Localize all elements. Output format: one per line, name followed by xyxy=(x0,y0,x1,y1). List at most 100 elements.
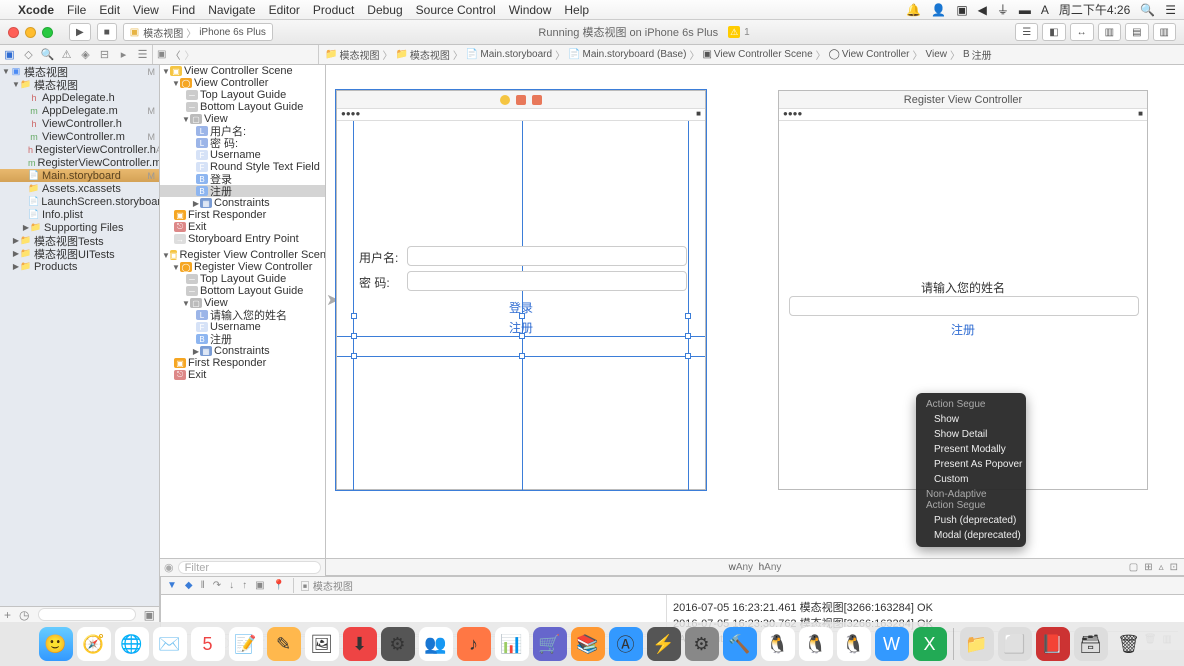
file-item[interactable]: RegisterViewController.m xyxy=(38,157,161,169)
dock-app[interactable]: ✉️ xyxy=(153,627,187,661)
scene-header[interactable]: View Controller Scene xyxy=(184,65,293,77)
entry-point[interactable]: Storyboard Entry Point xyxy=(188,233,299,245)
spotlight-icon[interactable]: 🔍 xyxy=(1140,3,1155,17)
constraints[interactable]: Constraints xyxy=(214,345,270,357)
textfield-item[interactable]: Username xyxy=(210,149,261,161)
breakpoint-navigator-tab[interactable]: ▸ xyxy=(114,48,133,61)
layout-guide[interactable]: Top Layout Guide xyxy=(200,89,286,101)
scene-header[interactable]: Register View Controller Scene xyxy=(179,249,326,261)
dock-folder[interactable]: ⬜ xyxy=(998,627,1032,661)
dock-app[interactable]: 🛒 xyxy=(533,627,567,661)
dock-folder[interactable]: 📁 xyxy=(960,627,994,661)
status-icon[interactable]: 👤 xyxy=(931,3,946,17)
dock-app[interactable]: ✎ xyxy=(267,627,301,661)
segue-option-custom[interactable]: Custom xyxy=(916,472,1026,487)
register-button[interactable]: 注册 xyxy=(779,321,1147,338)
outline-back[interactable]: 〈 xyxy=(170,47,180,62)
menu-help[interactable]: Help xyxy=(564,3,589,17)
toggle-utilities[interactable]: ▥ xyxy=(1153,23,1176,41)
view-controller[interactable]: View Controller xyxy=(194,77,268,89)
file-item[interactable]: Info.plist xyxy=(42,209,159,221)
view-controller-scene[interactable]: ●●●●■ 用户名: 密 码: 登录 注册 xyxy=(336,90,706,490)
step-out-icon[interactable]: ↑ xyxy=(242,580,247,591)
document-outline[interactable]: ▼▣View Controller Scene ▼◯View Controlle… xyxy=(160,65,326,622)
dock-app[interactable]: ⚡ xyxy=(647,627,681,661)
menu-edit[interactable]: Edit xyxy=(99,3,120,17)
editor-assistant[interactable]: ◧ xyxy=(1042,23,1065,41)
menu-find[interactable]: Find xyxy=(172,3,195,17)
segue-option-popover[interactable]: Present As Popover xyxy=(916,457,1026,472)
report-navigator-tab[interactable]: ☰ xyxy=(133,48,152,61)
dock-app[interactable]: 🐧 xyxy=(837,627,871,661)
view-debug-icon[interactable]: ▣ xyxy=(255,580,264,591)
warning-badge[interactable]: ⚠ xyxy=(728,26,740,38)
layout-guide[interactable]: Bottom Layout Guide xyxy=(200,285,303,297)
file-item[interactable]: LaunchScreen.storyboard xyxy=(41,196,160,208)
issue-navigator-tab[interactable]: ⚠ xyxy=(57,48,76,61)
status-icon[interactable]: 🔔 xyxy=(906,3,921,17)
constraints[interactable]: Constraints xyxy=(214,197,270,209)
toggle-debug[interactable]: ▤ xyxy=(1125,23,1148,41)
dock-app[interactable]: 👥 xyxy=(419,627,453,661)
project-navigator-tab[interactable]: ▣ xyxy=(0,48,19,61)
breakpoints-icon[interactable]: ◆ xyxy=(185,580,193,591)
status-icon[interactable]: ◀ xyxy=(978,3,987,17)
run-button[interactable]: ▶ xyxy=(69,23,91,41)
layout-guide[interactable]: Top Layout Guide xyxy=(200,273,286,285)
view-controller[interactable]: Register View Controller xyxy=(194,261,312,273)
hide-debug-icon[interactable]: ▼ xyxy=(167,580,177,591)
status-icon[interactable]: ▣ xyxy=(956,3,967,17)
editor-version[interactable]: ↔ xyxy=(1070,23,1094,41)
menu-view[interactable]: View xyxy=(133,3,159,17)
exit[interactable]: Exit xyxy=(188,221,206,233)
notification-center-icon[interactable]: ☰ xyxy=(1165,3,1176,17)
dock-trash[interactable]: 🗑 xyxy=(1112,627,1146,661)
stop-button[interactable]: ■ xyxy=(97,23,117,41)
battery-icon[interactable]: ▬ xyxy=(1019,3,1031,17)
file-item[interactable]: RegisterViewController.h xyxy=(35,144,156,156)
input-source-icon[interactable]: A xyxy=(1041,3,1049,17)
layout-guide[interactable]: Bottom Layout Guide xyxy=(200,101,303,113)
continue-icon[interactable]: ‖ xyxy=(201,580,205,591)
resolve-menu-icon[interactable]: ▵ xyxy=(1159,562,1164,573)
first-responder[interactable]: First Responder xyxy=(188,357,266,369)
interface-builder-canvas[interactable]: ➤ ●●●●■ 用户名: 密 码: 登录 注册 xyxy=(326,65,1184,622)
find-navigator-tab[interactable]: 🔍 xyxy=(38,48,57,61)
menu-file[interactable]: File xyxy=(67,3,86,17)
segue-option-modal[interactable]: Present Modally xyxy=(916,442,1026,457)
pin-menu-icon[interactable]: ⊞ xyxy=(1144,562,1152,573)
window-close[interactable] xyxy=(8,27,19,38)
window-zoom[interactable] xyxy=(42,27,53,38)
navigator-filter[interactable] xyxy=(38,608,136,621)
debug-navigator-tab[interactable]: ⊟ xyxy=(95,48,114,61)
menu-window[interactable]: Window xyxy=(509,3,552,17)
dock-app[interactable]: 🐧 xyxy=(799,627,833,661)
dock-finder[interactable]: 🙂 xyxy=(39,627,73,661)
exit[interactable]: Exit xyxy=(188,369,206,381)
dock-app[interactable]: 📚 xyxy=(571,627,605,661)
wifi-icon[interactable]: ⏚ xyxy=(997,1,1009,18)
file-item[interactable]: ViewController.h xyxy=(42,118,159,130)
dock-appstore[interactable]: Ⓐ xyxy=(609,627,643,661)
segue-option-modal-dep[interactable]: Modal (deprecated) xyxy=(916,528,1026,543)
segue-popover[interactable]: Action Segue Show Show Detail Present Mo… xyxy=(916,393,1026,547)
dock-app[interactable]: 📝 xyxy=(229,627,263,661)
outline-toggle[interactable]: ▣ xyxy=(157,49,166,60)
dock-app[interactable]: 🖼 xyxy=(305,627,339,661)
segue-option-push[interactable]: Push (deprecated) xyxy=(916,513,1026,528)
dock-app[interactable]: 🐧 xyxy=(761,627,795,661)
first-responder[interactable]: First Responder xyxy=(188,209,266,221)
menu-navigate[interactable]: Navigate xyxy=(208,3,255,17)
size-class-bar[interactable]: wAny hAny ▢ ⊞ ▵ ⊡ xyxy=(326,558,1184,576)
file-item-selected[interactable]: Main.storyboard xyxy=(42,170,148,182)
step-into-icon[interactable]: ↓ xyxy=(229,580,234,591)
dock-app[interactable]: ⬇ xyxy=(343,627,377,661)
menu-editor[interactable]: Editor xyxy=(269,3,300,17)
dock-calendar[interactable]: 5 xyxy=(191,627,225,661)
dock-app[interactable]: ♪ xyxy=(457,627,491,661)
dock-excel[interactable]: X xyxy=(913,627,947,661)
name-field[interactable] xyxy=(789,296,1139,316)
menu-source-control[interactable]: Source Control xyxy=(416,3,496,17)
project-group[interactable]: 模态视图 xyxy=(34,77,159,93)
align-menu-icon[interactable]: ▢ xyxy=(1129,562,1138,573)
